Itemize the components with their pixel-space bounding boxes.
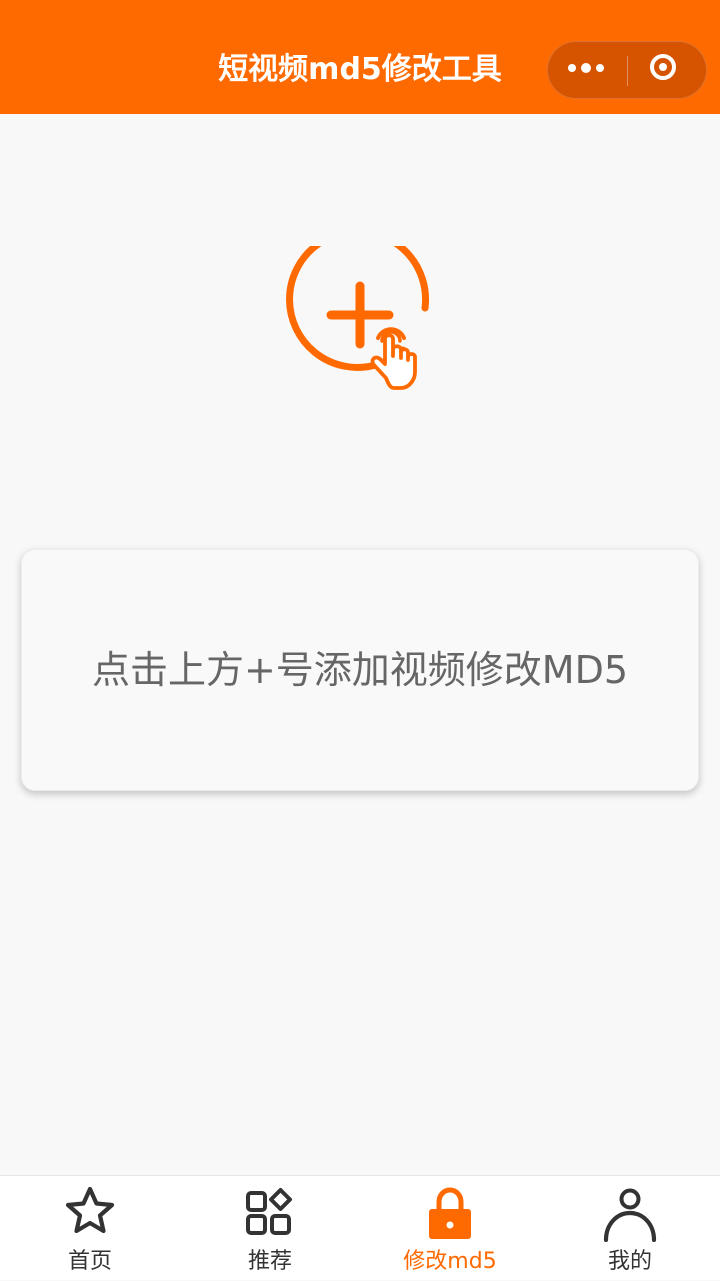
tab-recommend[interactable]: 推荐 xyxy=(180,1176,360,1281)
mini-program-capsule xyxy=(547,41,707,99)
tab-mine[interactable]: 我的 xyxy=(540,1176,720,1281)
tab-bar: 首页 推荐 修改md5 我的 xyxy=(0,1175,720,1280)
add-video-button[interactable] xyxy=(285,246,435,396)
star-icon xyxy=(65,1186,115,1234)
plus-circle-tap-icon xyxy=(286,246,430,390)
tab-modify-md5[interactable]: 修改md5 xyxy=(360,1176,540,1281)
tab-modify-md5-label: 修改md5 xyxy=(403,1249,497,1274)
grid-apps-icon xyxy=(246,1188,292,1235)
target-dot xyxy=(659,63,667,71)
user-icon xyxy=(603,1188,657,1242)
close-mini-program-button[interactable] xyxy=(628,42,707,98)
hint-text: 点击上方+号添加视频修改MD5 xyxy=(91,648,629,692)
tab-home[interactable]: 首页 xyxy=(0,1176,180,1281)
hint-card: 点击上方+号添加视频修改MD5 xyxy=(21,549,699,791)
tab-mine-label: 我的 xyxy=(607,1249,652,1274)
tab-recommend-label: 推荐 xyxy=(247,1249,292,1274)
lock-icon xyxy=(429,1187,471,1239)
tab-home-label: 首页 xyxy=(67,1249,112,1274)
navigation-bar: 短视频md5修改工具 xyxy=(0,0,720,114)
more-button[interactable] xyxy=(548,42,627,98)
